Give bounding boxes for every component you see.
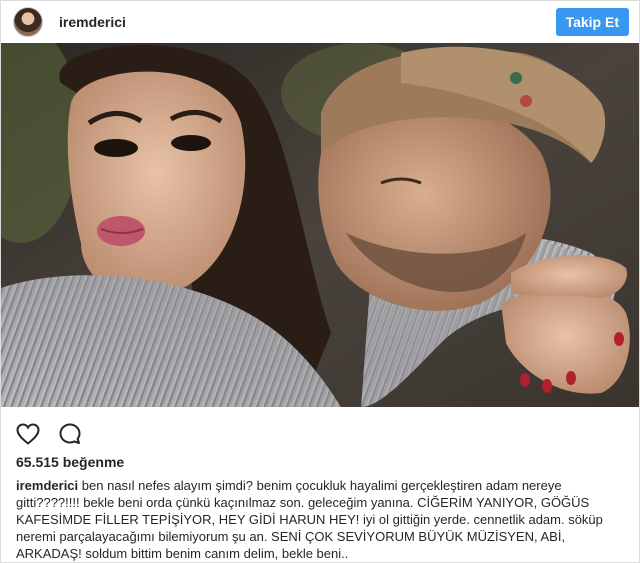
instagram-post: iremderici Takip Et 65.515 beğenme iremd… [0,0,640,563]
action-bar [15,421,83,447]
photo-image [1,43,639,407]
follow-button[interactable]: Takip Et [555,8,629,36]
likes-count[interactable]: 65.515 beğenme [16,454,124,470]
caption-text: ben nasıl nefes alayım şimdi? benim çocu… [16,478,603,561]
post-caption: iremderici ben nasıl nefes alayım şimdi?… [16,477,628,562]
comment-icon[interactable] [57,421,83,447]
post-photo[interactable] [1,43,639,407]
header-username[interactable]: iremderici [59,14,126,30]
caption-username[interactable]: iremderici [16,478,78,493]
heart-icon[interactable] [15,421,41,447]
avatar[interactable] [13,7,43,37]
post-header: iremderici Takip Et [1,1,639,43]
